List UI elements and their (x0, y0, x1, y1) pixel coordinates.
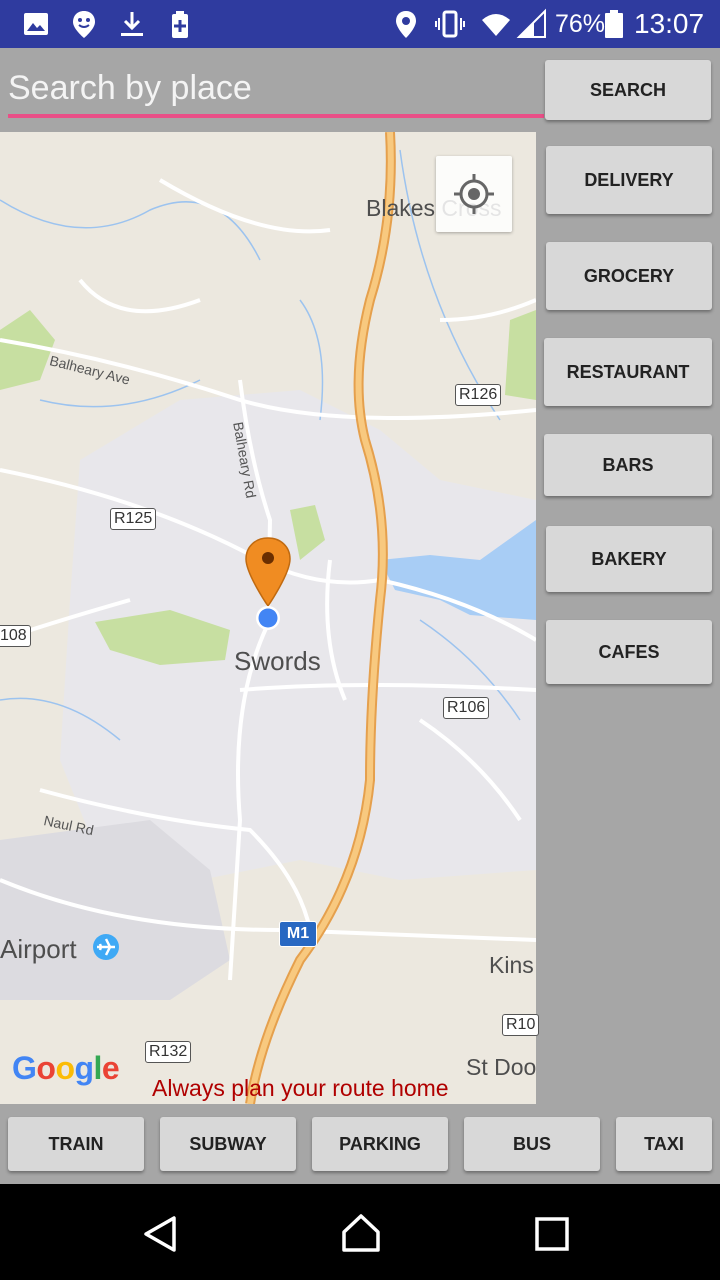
parking-button[interactable]: PARKING (312, 1117, 448, 1171)
map-place-label: Kins (489, 952, 534, 978)
back-icon[interactable] (140, 1214, 180, 1254)
bars-button[interactable]: BARS (544, 434, 712, 496)
search-button[interactable]: SEARCH (545, 60, 711, 120)
restaurant-button[interactable]: RESTAURANT (544, 338, 712, 406)
google-logo: Google (12, 1050, 120, 1086)
wifi-icon (482, 14, 510, 36)
battery-saver-icon (172, 11, 188, 38)
train-button[interactable]: TRAIN (8, 1117, 144, 1171)
battery-icon (605, 10, 623, 38)
vibrate-icon (435, 10, 465, 38)
road-label: R10 (502, 1014, 540, 1036)
delivery-button[interactable]: DELIVERY (546, 146, 712, 214)
my-location-button[interactable] (436, 156, 512, 232)
download-icon (121, 12, 143, 36)
search-input[interactable] (8, 62, 544, 114)
image-icon (24, 13, 48, 35)
cafes-button[interactable]: CAFES (546, 620, 712, 684)
road-label: R106 (443, 697, 490, 719)
search-underline (8, 114, 544, 118)
airport-icon (93, 934, 119, 960)
navigation-bar (0, 1184, 720, 1280)
home-icon[interactable] (340, 1212, 382, 1254)
battery-percent: 76% (555, 10, 606, 38)
status-bar: 76% 13:07 (0, 0, 720, 48)
clock: 13:07 (634, 8, 705, 39)
location-pin-icon (73, 11, 95, 38)
location-icon (396, 11, 416, 38)
taxi-button[interactable]: TAXI (616, 1117, 712, 1171)
map-marker-icon[interactable] (244, 536, 292, 608)
map-place-label: Swords (234, 646, 321, 676)
road-label: R125 (110, 508, 157, 530)
road-label: R132 (145, 1041, 192, 1063)
bakery-button[interactable]: BAKERY (546, 526, 712, 592)
route-reminder-text: Always plan your route home (152, 1075, 449, 1101)
subway-button[interactable]: SUBWAY (160, 1117, 296, 1171)
map-place-label: Airport (0, 934, 77, 964)
road-label: 108 (0, 625, 31, 647)
road-label: R126 (455, 384, 502, 406)
search-field-wrapper (8, 62, 544, 120)
signal-icon (516, 8, 546, 38)
my-location-dot-icon (256, 606, 280, 630)
grocery-button[interactable]: GROCERY (546, 242, 712, 310)
bus-button[interactable]: BUS (464, 1117, 600, 1171)
motorway-shield: M1 (279, 921, 317, 947)
map-place-label: St Doo (466, 1054, 537, 1080)
crosshair-icon (454, 174, 494, 214)
recents-icon[interactable] (534, 1216, 570, 1252)
